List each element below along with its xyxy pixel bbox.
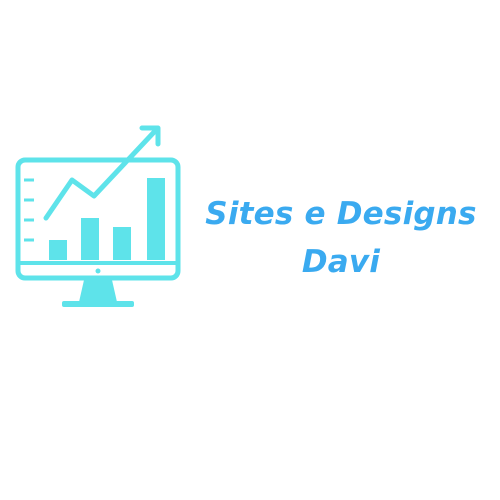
- chart-bar-1: [49, 240, 67, 260]
- axis-ticks: [24, 178, 34, 242]
- brand-name-line1: Sites e Designs: [205, 196, 477, 232]
- chart-bar-4: [147, 178, 165, 260]
- chart-bar-3: [113, 227, 131, 260]
- brand-name: Sites e Designs Davi: [182, 190, 500, 286]
- logo-canvas: Sites e Designs Davi: [0, 0, 500, 500]
- brand-name-line2: Davi: [301, 244, 381, 280]
- chart-bar-2: [81, 218, 99, 260]
- monitor-stand-neck: [79, 280, 117, 302]
- monitor-growth-chart-icon: [15, 125, 181, 307]
- monitor-stand-base: [62, 301, 134, 307]
- growth-line: [43, 127, 159, 221]
- monitor-power-dot: [95, 268, 101, 274]
